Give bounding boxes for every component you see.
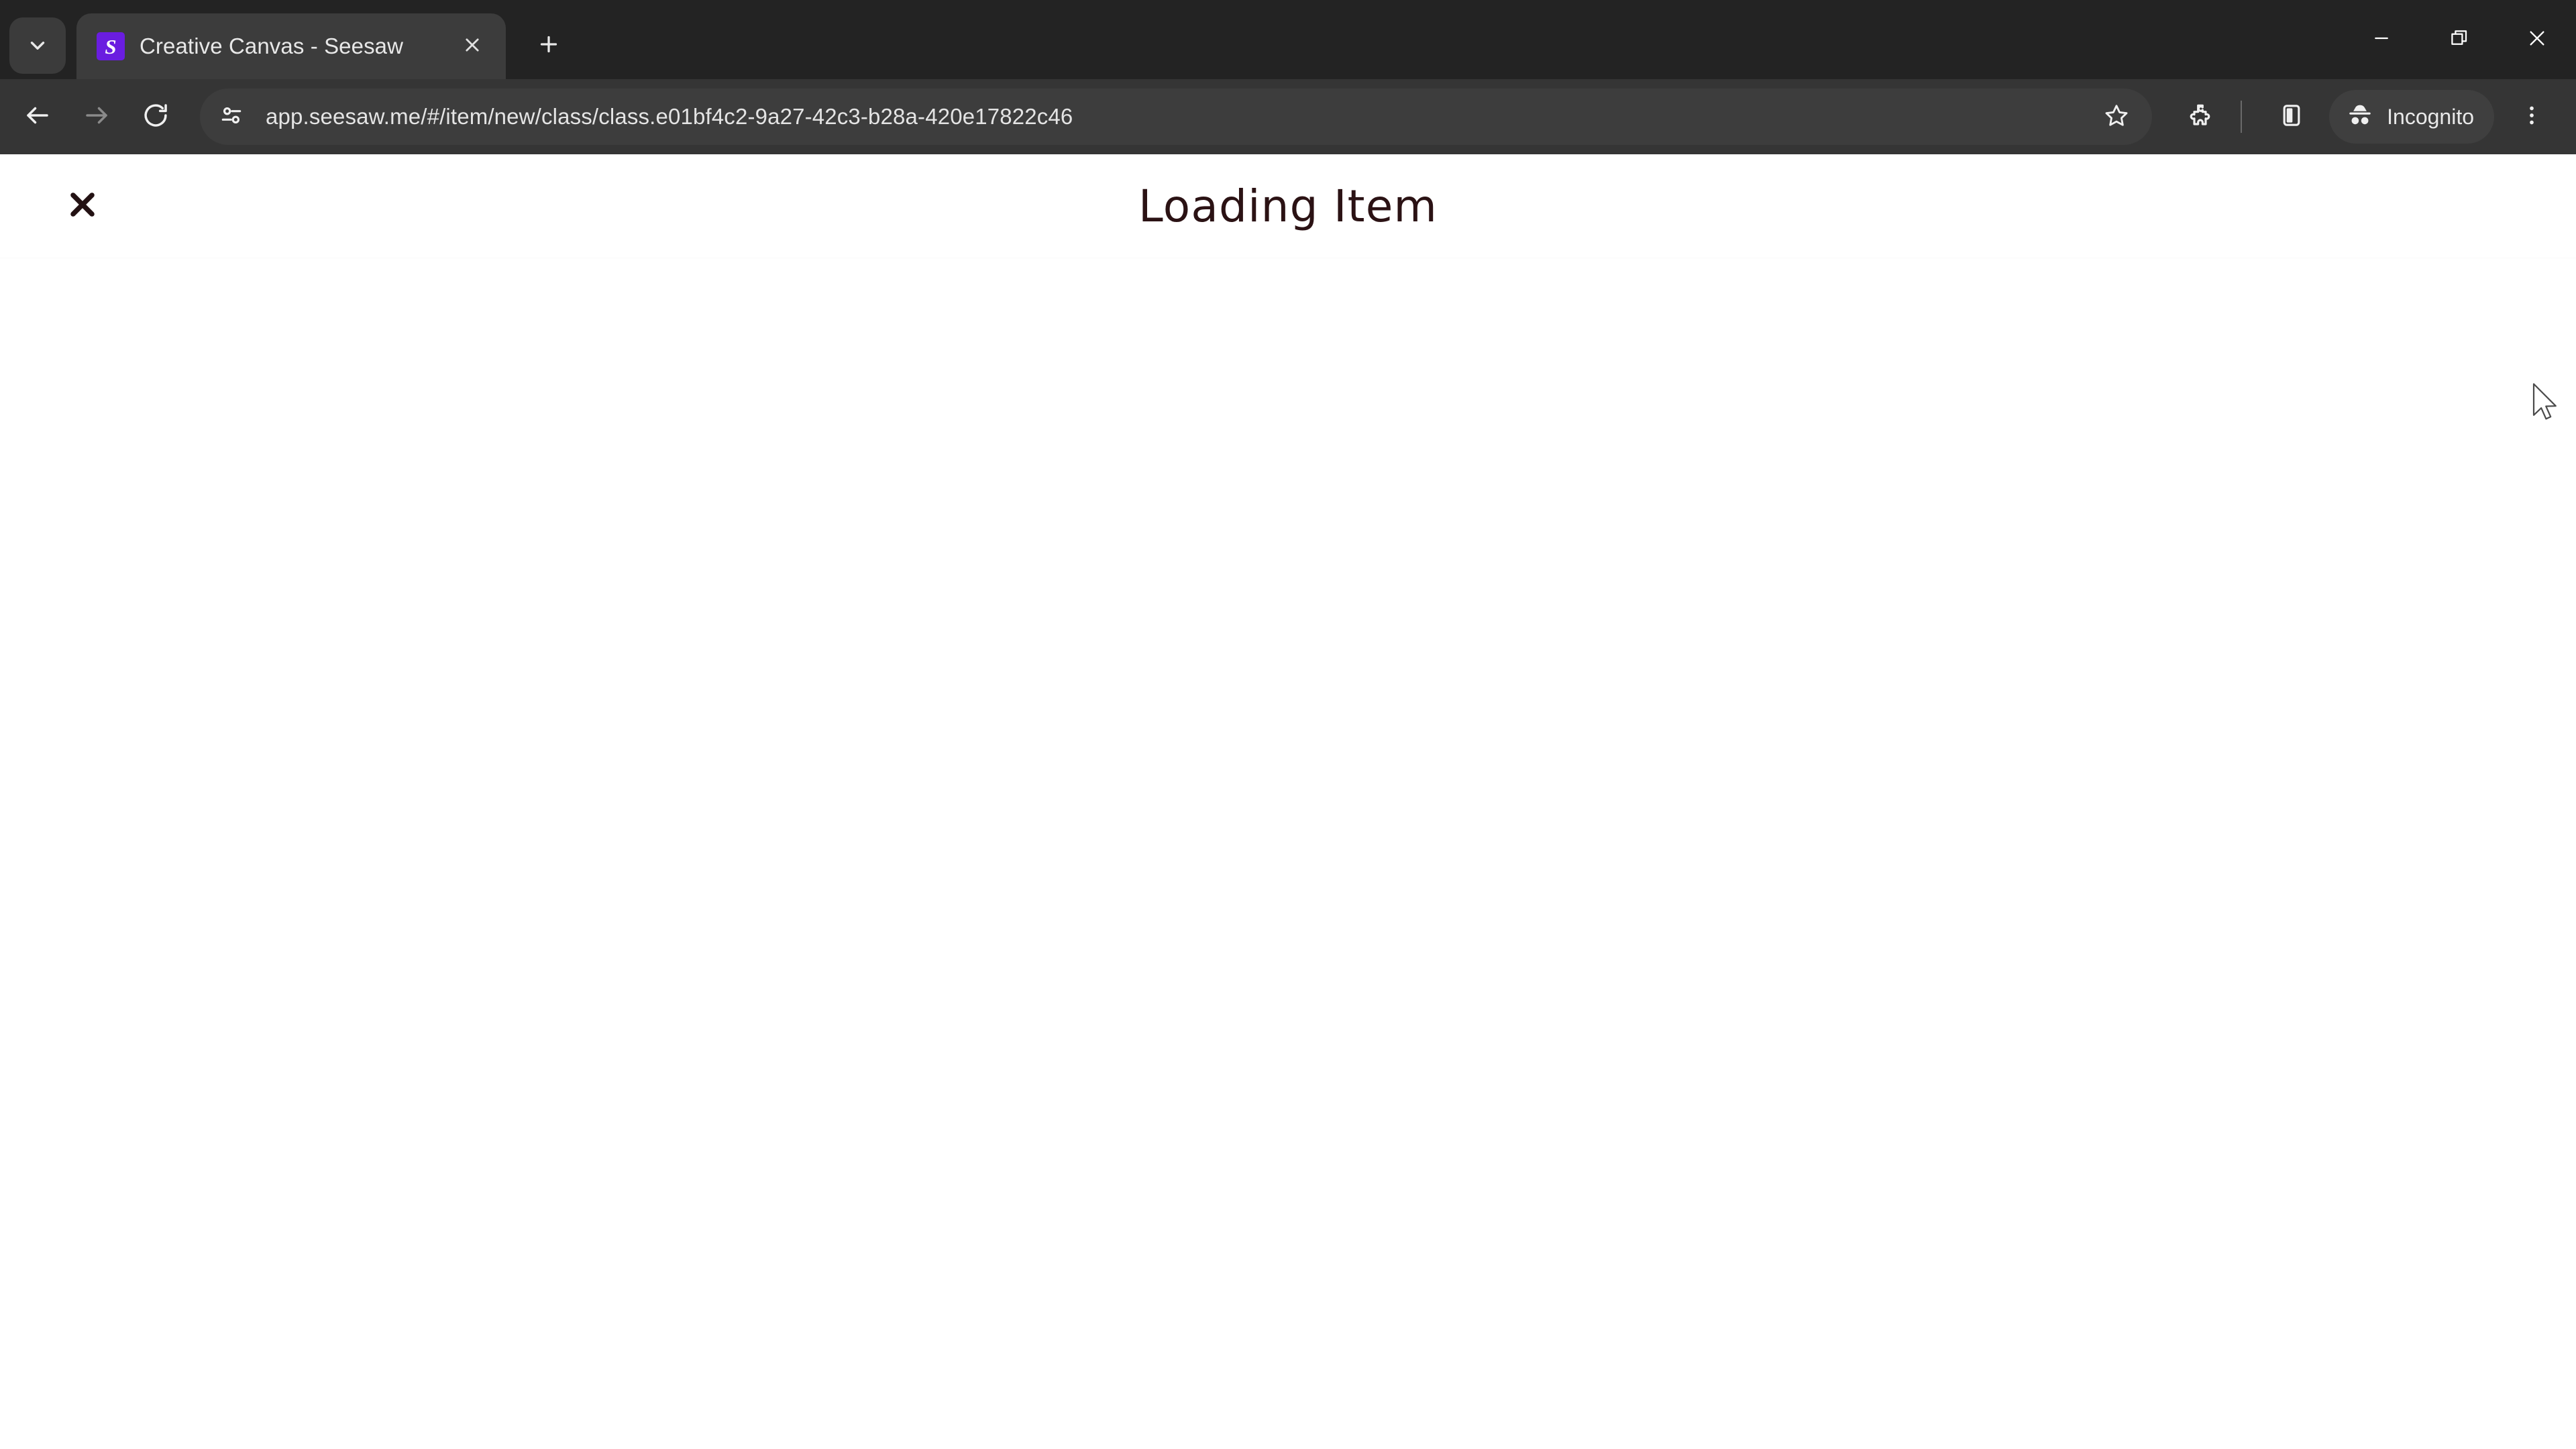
side-panel-icon [2278,102,2305,132]
tab-close-button[interactable] [453,28,491,65]
back-button[interactable] [8,87,67,146]
reload-icon [142,101,170,133]
plus-icon [537,32,561,60]
incognito-label: Incognito [2387,104,2474,129]
three-dot-menu-icon [2520,103,2544,131]
close-x-icon [463,36,482,58]
site-settings-button[interactable] [209,95,254,139]
bookmark-button[interactable] [2093,93,2140,140]
incognito-indicator[interactable]: Incognito [2329,90,2494,144]
seesaw-favicon-icon: S [97,32,125,60]
chevron-down-icon [26,34,49,57]
puzzle-piece-icon [2187,102,2214,132]
window-close-button[interactable] [2498,0,2576,79]
browser-window: S Creative Canvas - Seesaw app.seesaw.me… [0,0,2576,1449]
page-viewport: Loading Item [0,154,2576,1449]
browser-tab[interactable]: S Creative Canvas - Seesaw [76,13,506,79]
restore-icon [2449,28,2469,52]
window-minimize-button[interactable] [2343,0,2420,79]
item-content-area [0,258,2576,1449]
item-modal-header: Loading Item [0,154,2576,258]
window-close-icon [2526,28,2548,52]
favicon-letter: S [105,34,117,58]
url-text[interactable]: app.seesaw.me/#/item/new/class/class.e01… [266,104,2086,129]
minimize-icon [2371,28,2392,52]
arrow-left-icon [23,101,52,133]
star-icon [2104,103,2129,131]
modal-close-button[interactable] [52,176,113,236]
extensions-button[interactable] [2172,89,2229,145]
reload-button[interactable] [126,87,185,146]
tab-search-button[interactable] [9,17,66,74]
address-bar[interactable]: app.seesaw.me/#/item/new/class/class.e01… [200,89,2153,145]
close-x-icon [65,187,100,225]
window-controls [2343,0,2576,79]
tab-strip: S Creative Canvas - Seesaw [0,0,2576,79]
tune-sliders-icon [219,103,244,131]
new-tab-button[interactable] [522,19,576,72]
window-maximize-button[interactable] [2420,0,2498,79]
tab-title: Creative Canvas - Seesaw [140,34,404,58]
side-panel-button[interactable] [2263,89,2320,145]
incognito-spy-icon [2345,101,2375,133]
toolbar-separator [2241,101,2243,133]
forward-button[interactable] [67,87,126,146]
chrome-menu-button[interactable] [2505,90,2559,144]
page-title: Loading Item [1138,180,1438,232]
browser-toolbar: app.seesaw.me/#/item/new/class/class.e01… [0,79,2576,154]
arrow-right-icon [83,101,111,133]
